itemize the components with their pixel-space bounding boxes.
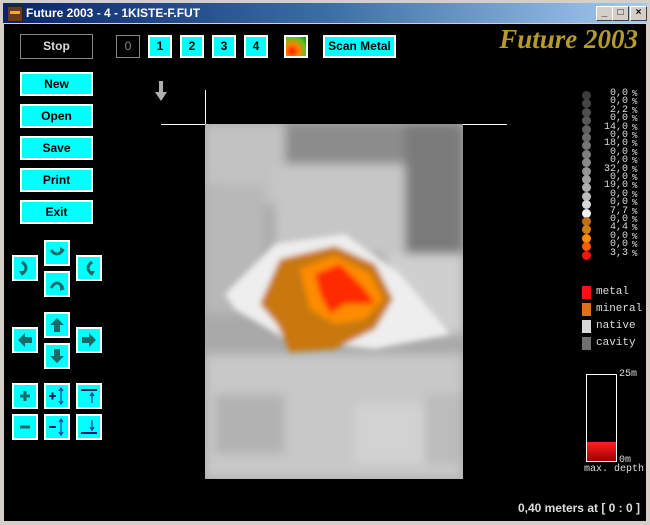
status-text: 0,40 meters at [ 0 : 0 ] (517, 501, 640, 515)
save-button[interactable]: Save (20, 136, 93, 160)
depth-gauge-fill (587, 442, 616, 461)
zoom-out-icon (20, 425, 30, 429)
depth-top-button[interactable] (76, 383, 102, 409)
legend-swatch-icon (582, 303, 591, 316)
minimize-button[interactable]: _ (596, 6, 613, 21)
rotate-right-icon (86, 260, 95, 276)
stretch-in-button[interactable] (44, 383, 70, 409)
open-button[interactable]: Open (20, 104, 93, 128)
rotate-left-button[interactable] (12, 255, 38, 281)
main-area: Stop 0 1 2 3 4 Scan Metal Future 2003 Ne… (4, 24, 646, 521)
rotate-down-icon (49, 281, 65, 291)
layer-2-button[interactable]: 2 (180, 35, 204, 58)
rotate-up-button[interactable] (44, 240, 70, 266)
move-left-button[interactable] (12, 327, 38, 353)
legend-label: cavity (596, 337, 636, 349)
scale-row: 3,3% (582, 247, 644, 260)
legend-swatch-icon (582, 337, 591, 350)
move-down-button[interactable] (44, 343, 70, 369)
app-icon (7, 6, 23, 22)
depth-bottom-button[interactable] (76, 414, 102, 440)
layer-0-button[interactable]: 0 (116, 35, 140, 58)
scan-map[interactable] (205, 124, 463, 479)
rotate-left-icon (19, 260, 28, 276)
scan-map-image (205, 124, 463, 479)
zoom-out-button[interactable] (12, 414, 38, 440)
app-window: Future 2003 - 4 - 1KISTE-F.FUT _ □ × Sto… (0, 0, 650, 525)
zoom-in-button[interactable] (12, 383, 38, 409)
legend-swatch-icon (582, 320, 591, 333)
move-right-button[interactable] (76, 327, 102, 353)
zoom-in-icon (20, 391, 30, 401)
rotate-down-button[interactable] (44, 271, 70, 297)
stretch-in-icon (49, 387, 64, 405)
stretch-out-button[interactable] (44, 414, 70, 440)
maximize-button[interactable]: □ (612, 6, 629, 21)
legend-label: metal (596, 286, 630, 298)
layer-3-button[interactable]: 3 (212, 35, 236, 58)
rotate-up-icon (49, 247, 65, 256)
stop-button[interactable]: Stop (20, 34, 93, 59)
arrow-left-icon (18, 333, 32, 347)
title-bar[interactable]: Future 2003 - 4 - 1KISTE-F.FUT _ □ × (3, 3, 647, 23)
depth-gauge (586, 374, 617, 462)
exit-button[interactable]: Exit (20, 200, 93, 224)
close-button[interactable]: × (630, 6, 647, 21)
legend-swatch-icon (582, 286, 591, 299)
arrow-down-icon (50, 349, 64, 363)
depth-top-icon (81, 389, 97, 403)
layer-1-button[interactable]: 1 (148, 35, 172, 58)
arrow-up-icon (50, 318, 64, 332)
new-button[interactable]: New (20, 72, 93, 96)
depth-caption: max. depth (584, 464, 645, 475)
rotate-right-button[interactable] (76, 255, 102, 281)
scale-color-dot-icon (582, 250, 591, 260)
print-button[interactable]: Print (20, 168, 93, 192)
move-up-button[interactable] (44, 312, 70, 338)
color-map-button[interactable] (284, 35, 308, 58)
layer-4-button[interactable]: 4 (244, 35, 268, 58)
percent-sign: % (632, 248, 638, 259)
arrow-right-icon (82, 333, 96, 347)
brand-logo: Future 2003 (499, 24, 638, 54)
scan-metal-button[interactable]: Scan Metal (323, 35, 396, 58)
stretch-out-icon (49, 418, 64, 436)
depth-bottom-icon (81, 420, 97, 434)
scale-value: 3,3 (609, 247, 628, 259)
legend-label: native (596, 320, 636, 332)
legend-label: mineral (596, 303, 643, 315)
crosshair-vertical (205, 90, 206, 125)
depth-max-label: 25m (619, 369, 638, 380)
window-title: Future 2003 - 4 - 1KISTE-F.FUT (26, 6, 201, 20)
scan-position-arrow-icon[interactable] (155, 81, 167, 101)
